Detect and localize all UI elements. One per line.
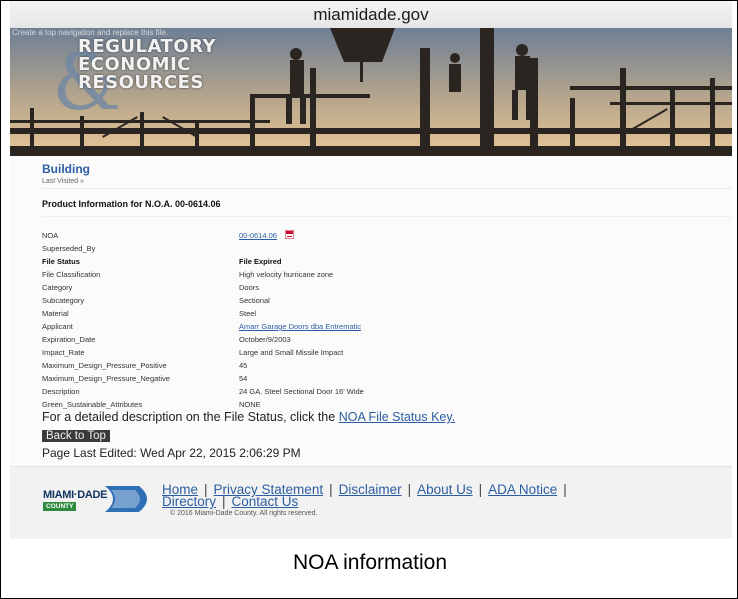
detail-row-file-status: File Status File Expired xyxy=(42,256,542,268)
detail-label: NOA xyxy=(42,231,59,240)
noa-file-status-key-link[interactable]: NOA File Status Key. xyxy=(339,410,455,424)
figure-frame: miamidade.gov Create a top navigation an… xyxy=(0,0,738,599)
figure-caption: NOA information xyxy=(292,551,448,574)
screenshot-photo: miamidade.gov Create a top navigation an… xyxy=(10,1,732,539)
logo-badge: COUNTY xyxy=(43,502,77,511)
footer-link-about-us[interactable]: About Us xyxy=(417,482,473,497)
detail-label: Description xyxy=(42,387,80,396)
detail-row: Subcategory Sectional xyxy=(42,295,542,307)
detail-value: 54 xyxy=(239,374,248,383)
detail-label: Superseded_By xyxy=(42,244,96,253)
back-to-top-button[interactable]: Back to Top xyxy=(42,430,110,442)
detail-row: Description 24 GA. Steel Sectional Door … xyxy=(42,386,542,398)
page-title: Product Information for N.O.A. 00-0614.0… xyxy=(42,199,221,209)
detail-label: Expiration_Date xyxy=(42,335,96,344)
url-text: miamidade.gov xyxy=(313,5,429,24)
detail-row: Category Doors xyxy=(42,282,542,294)
footer-link-contact-us[interactable]: Contact Us xyxy=(232,494,299,509)
detail-label: Impact_Rate xyxy=(42,348,85,357)
pdf-icon[interactable] xyxy=(285,230,295,239)
separator: | xyxy=(563,482,567,497)
separator: | xyxy=(478,482,483,497)
detail-value: Doors xyxy=(239,283,260,292)
divider xyxy=(42,188,732,189)
detail-label: Maximum_Design_Pressure_Negative xyxy=(42,374,170,383)
logo-swoosh-icon xyxy=(105,486,147,512)
file-status-note: For a detailed description on the File S… xyxy=(42,410,455,424)
status-note-text: For a detailed description on the File S… xyxy=(42,410,339,424)
footer-links-row-2: Directory | Contact Us xyxy=(162,494,299,509)
detail-row: File Classification High velocity hurric… xyxy=(42,269,542,281)
detail-row: Maximum_Design_Pressure_Positive 45 xyxy=(42,360,542,372)
detail-row: Maximum_Design_Pressure_Negative 54 xyxy=(42,373,542,385)
detail-row: Material Steel xyxy=(42,308,542,320)
separator: | xyxy=(407,482,412,497)
detail-row: Superseded_By xyxy=(42,243,542,255)
detail-label: Applicant xyxy=(42,322,73,331)
detail-label: Material xyxy=(42,309,69,318)
footer-link-directory[interactable]: Directory xyxy=(162,494,216,509)
applicant-link[interactable]: Amarr Garage Doors dba Entrematic xyxy=(239,321,361,333)
detail-label: Subcategory xyxy=(42,296,85,305)
detail-label: Category xyxy=(42,283,73,292)
separator: | xyxy=(222,494,226,509)
section-title[interactable]: Building xyxy=(42,162,90,176)
browser-address-bar[interactable]: miamidade.gov xyxy=(10,1,732,29)
detail-row: Expiration_Date October/9/2003 xyxy=(42,334,542,346)
hero-banner: Create a top navigation and replace this… xyxy=(10,28,732,156)
detail-row: Impact_Rate Large and Small Missile Impa… xyxy=(42,347,542,359)
detail-value: High velocity hurricane zone xyxy=(239,270,334,279)
divider xyxy=(42,216,732,217)
detail-label: Maximum_Design_Pressure_Positive xyxy=(42,361,167,370)
footer-link-disclaimer[interactable]: Disclaimer xyxy=(339,482,402,497)
detail-value: October/9/2003 xyxy=(239,335,291,344)
footer-link-ada-notice[interactable]: ADA Notice xyxy=(488,482,557,497)
breadcrumb[interactable]: Last Visited » xyxy=(42,178,84,185)
separator: | xyxy=(329,482,333,497)
detail-value: 24 GA. Steel Sectional Door 16' Wide xyxy=(239,387,364,396)
miami-dade-county-logo[interactable]: MIAMI·DADE COUNTY xyxy=(43,486,155,512)
detail-value: Large and Small Missile Impact xyxy=(239,348,344,357)
noa-link[interactable]: 00-0614.06 xyxy=(239,231,277,240)
detail-row-noa: NOA 00-0614.06 xyxy=(42,230,542,242)
last-edited-text: Page Last Edited: Wed Apr 22, 2015 2:06:… xyxy=(42,446,301,460)
detail-value: Sectional xyxy=(239,296,270,305)
detail-label: File Status xyxy=(42,257,80,266)
logo-text: MIAMI·DADE xyxy=(43,489,108,501)
copyright-text: © 2016 Miami-Dade County. All rights res… xyxy=(170,510,318,517)
detail-row-applicant: Applicant Amarr Garage Doors dba Entrema… xyxy=(42,321,542,333)
site-footer: MIAMI·DADE COUNTY Home | Privacy Statement… xyxy=(10,466,732,539)
detail-value: File Expired xyxy=(239,257,282,266)
brand-line-3: RESOURCES xyxy=(78,72,204,93)
detail-value: Steel xyxy=(239,309,257,318)
detail-value: 45 xyxy=(239,361,248,370)
detail-label: File Classification xyxy=(42,270,101,279)
